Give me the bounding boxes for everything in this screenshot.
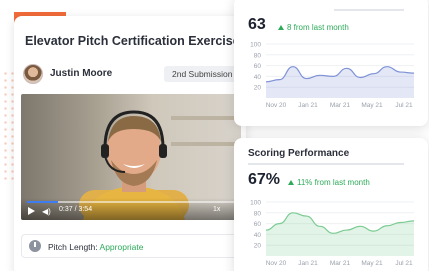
area-fill bbox=[266, 212, 414, 256]
card-header-line bbox=[334, 9, 404, 11]
y-tick-label: 20 bbox=[254, 243, 262, 250]
clock-icon bbox=[29, 240, 41, 252]
playback-speed[interactable]: 1x bbox=[213, 206, 220, 213]
pitch-length-row: Pitch Length: Appropriate bbox=[21, 234, 241, 258]
up-arrow-icon bbox=[288, 180, 294, 185]
video-player[interactable]: ◀) 0:37 / 3:54 1x bbox=[21, 94, 241, 220]
y-tick-label: 100 bbox=[250, 42, 261, 49]
play-icon[interactable] bbox=[28, 207, 35, 215]
x-tick-label: Mar 21 bbox=[330, 102, 351, 109]
video-time: 0:37 / 3:54 bbox=[59, 206, 93, 213]
pitch-length-value: Appropriate bbox=[99, 242, 144, 252]
x-tick-label: Nov 20 bbox=[266, 260, 287, 267]
metric-delta: 11% from last month bbox=[288, 178, 370, 187]
up-arrow-icon bbox=[278, 25, 284, 30]
scoring-chart: 100 80 60 40 20 Nov 20 Jan 21 Mar 21 May 21 Jul 2… bbox=[250, 200, 415, 267]
x-tick-label: Jul 21 bbox=[395, 260, 413, 267]
metric-value: 67% bbox=[248, 171, 281, 188]
avatar[interactable] bbox=[23, 64, 43, 84]
user-name: Justin Moore bbox=[50, 68, 113, 79]
metric-card: 63 8 from last month 100 80 60 40 20 Nov 20 Ja… bbox=[234, 0, 428, 126]
scoring-card: Scoring Performance 67% 11% from last mo… bbox=[234, 138, 428, 271]
x-tick-label: May 21 bbox=[361, 260, 383, 267]
video-progress-track[interactable] bbox=[27, 201, 235, 203]
x-tick-label: Jan 21 bbox=[298, 260, 318, 267]
y-tick-label: 20 bbox=[254, 85, 262, 92]
exercise-title: Elevator Pitch Certification Exercise bbox=[25, 34, 240, 48]
y-tick-label: 100 bbox=[250, 200, 261, 207]
volume-icon[interactable]: ◀) bbox=[42, 207, 52, 216]
card-title: Scoring Performance bbox=[248, 148, 350, 159]
x-tick-label: Nov 20 bbox=[266, 102, 287, 109]
area-fill bbox=[266, 66, 414, 98]
pitch-length-label: Pitch Length: Appropriate bbox=[48, 242, 144, 252]
y-tick-label: 60 bbox=[254, 63, 262, 70]
x-tick-label: Mar 21 bbox=[330, 260, 351, 267]
x-tick-label: Jul 21 bbox=[395, 102, 413, 109]
metric-chart: 100 80 60 40 20 Nov 20 Jan 21 Mar 21 May 21 Jul 2… bbox=[250, 42, 415, 109]
metric-value: 63 bbox=[248, 16, 266, 33]
submission-badge[interactable]: 2nd Submission bbox=[164, 66, 241, 82]
exercise-card: Elevator Pitch Certification Exercise Ju… bbox=[14, 16, 246, 271]
x-tick-label: Jan 21 bbox=[298, 102, 318, 109]
y-tick-label: 40 bbox=[254, 74, 262, 81]
video-controls: ◀) 0:37 / 3:54 1x bbox=[21, 198, 241, 220]
user-row: Justin Moore 2nd Submission bbox=[23, 64, 243, 86]
y-tick-label: 80 bbox=[254, 52, 262, 59]
y-tick-label: 40 bbox=[254, 232, 262, 239]
card-title-underline bbox=[248, 163, 404, 165]
x-tick-label: May 21 bbox=[361, 102, 383, 109]
y-tick-label: 60 bbox=[254, 221, 262, 228]
video-progress-fill bbox=[27, 201, 59, 203]
metric-delta: 8 from last month bbox=[278, 23, 349, 32]
y-tick-label: 80 bbox=[254, 210, 262, 217]
